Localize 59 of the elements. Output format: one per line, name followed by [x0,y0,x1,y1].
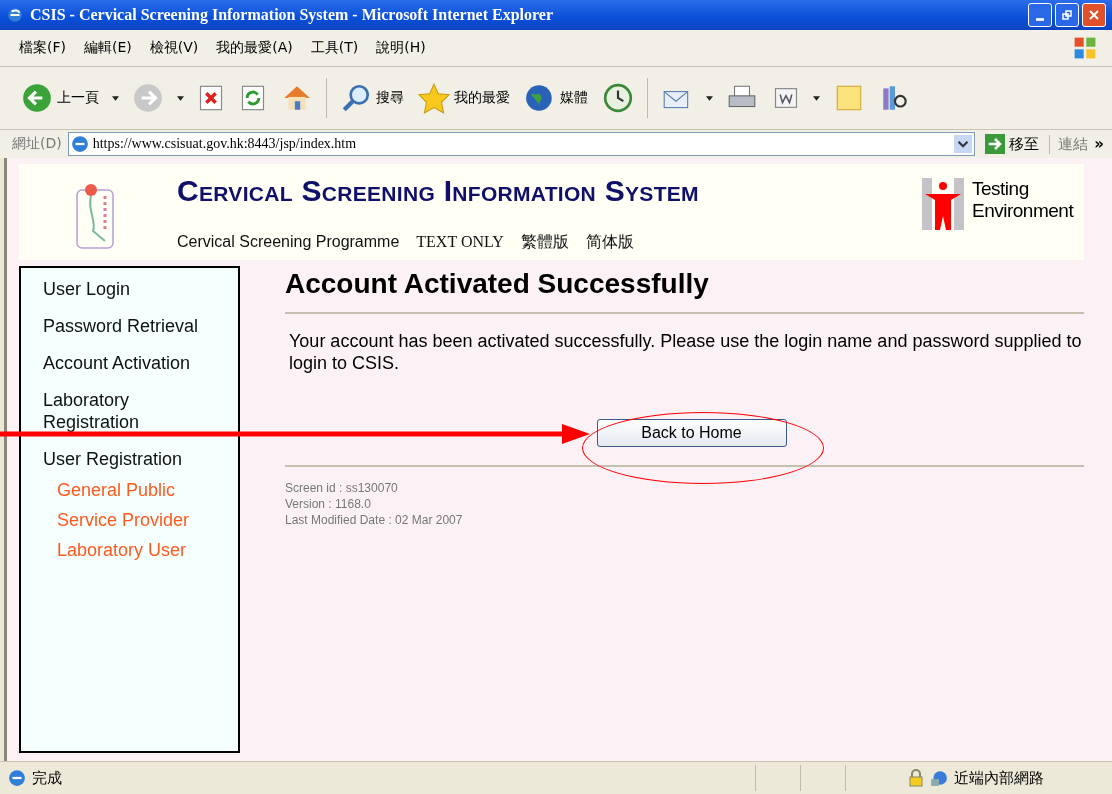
refresh-icon [239,84,267,112]
dropdown-caret-icon[interactable] [112,95,119,101]
dropdown-caret-icon[interactable] [177,95,184,101]
go-button[interactable]: 移至 [981,134,1044,154]
lock-icon [908,769,924,787]
sidebar-link[interactable]: Laboratory Registration [43,389,230,433]
stop-icon [197,84,225,112]
arrow-icon [985,134,1006,154]
address-label: 網址(D) [12,135,62,153]
menu-item[interactable]: 編輯(E) [77,39,143,57]
sidebar-link[interactable]: Account Activation [43,352,230,374]
more-chevron[interactable]: » [1094,135,1104,153]
site-title: Cervical Screening Information System [177,174,700,208]
page-heading: Account Activated Successfully [285,268,710,300]
sidebar-link[interactable]: User Login [43,278,230,300]
close-icon [1089,10,1099,20]
back-to-home-button[interactable]: Back to Home [596,419,787,447]
sidebar-link[interactable]: User Registration [43,448,230,470]
minimize-icon [1036,17,1044,21]
close-button[interactable] [1082,3,1106,27]
dropdown-caret-icon[interactable] [813,95,820,101]
sidebar-link[interactable]: Password Retrieval [43,315,230,337]
menu-item[interactable]: 我的最愛(A) [209,39,304,57]
page-icon [70,135,89,153]
header-link[interactable]: 繁體版 [520,232,569,253]
history-icon [602,82,634,114]
dropdown-caret-icon[interactable] [954,135,973,153]
menu-item[interactable]: 檔案(F) [12,39,77,57]
footer-info: Screen id : ss130070 [285,481,399,495]
window-title: CSIS - Cervical Screening Information System - Microsoft Internet Explorer [30,6,555,24]
header-link[interactable]: Cervical Screening Programme [177,233,400,251]
address-field[interactable]: https://www.csisuat.gov.hk:8443/jsp/index.htm [67,132,976,156]
header-link[interactable]: TEXT ONLY [416,233,504,251]
footer-info: Last Modified Date : 02 Mar 2007 [285,513,464,527]
restore-icon [1062,10,1072,20]
page-icon [8,769,26,787]
favorites-button[interactable]: 我的最愛 [413,80,515,116]
menu-item[interactable]: 檢視(V) [142,39,210,57]
media-button[interactable]: 媒體 [519,80,593,116]
menu-item[interactable]: 工具(T) [303,39,370,57]
footer-info: Version : 1168.0 [285,497,372,511]
windows-logo-icon [1072,35,1098,61]
person-icon [922,178,964,230]
network-icon [930,769,948,787]
star-icon [418,82,450,114]
search-button[interactable]: 搜尋 [335,80,409,116]
testing-environment-label: Testing Environment [972,178,1075,222]
back-button[interactable]: 上一頁 [16,80,104,116]
minimize-button[interactable] [1028,3,1052,27]
links-label[interactable]: 連結 [1049,134,1089,154]
dropdown-caret-icon[interactable] [706,95,713,101]
status-text: 完成 [32,768,62,788]
browser-icon [6,6,24,24]
zone-text: 近端內部網路 [954,768,1045,788]
restore-button[interactable] [1055,3,1079,27]
success-message: Your account has been activated successfully. Please use the login name and password supplied to login to CSIS. [289,330,1083,374]
header-link[interactable]: 简体版 [585,232,634,253]
menu-item[interactable]: 說明(H) [369,39,437,57]
search-icon [340,82,372,114]
